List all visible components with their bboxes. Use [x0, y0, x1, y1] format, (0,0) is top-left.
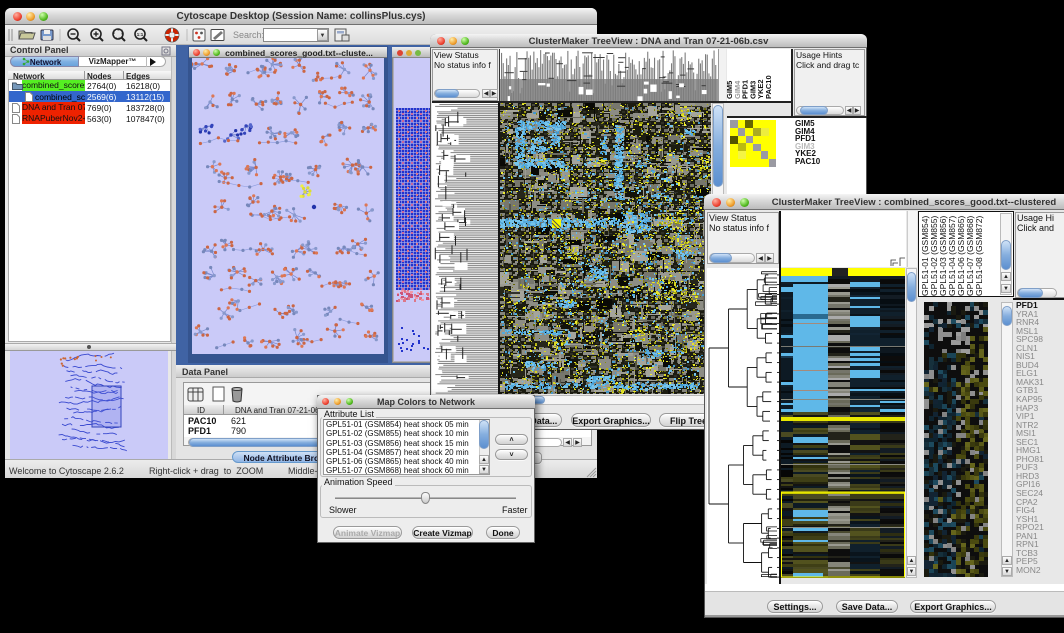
svg-text:1:1: 1:1 — [137, 32, 144, 37]
svg-text:GPL51-08 (GSM872): GPL51-08 (GSM872) — [974, 216, 984, 296]
svg-text:PAC10: PAC10 — [764, 75, 773, 99]
svg-text:Search:: Search: — [233, 30, 264, 40]
